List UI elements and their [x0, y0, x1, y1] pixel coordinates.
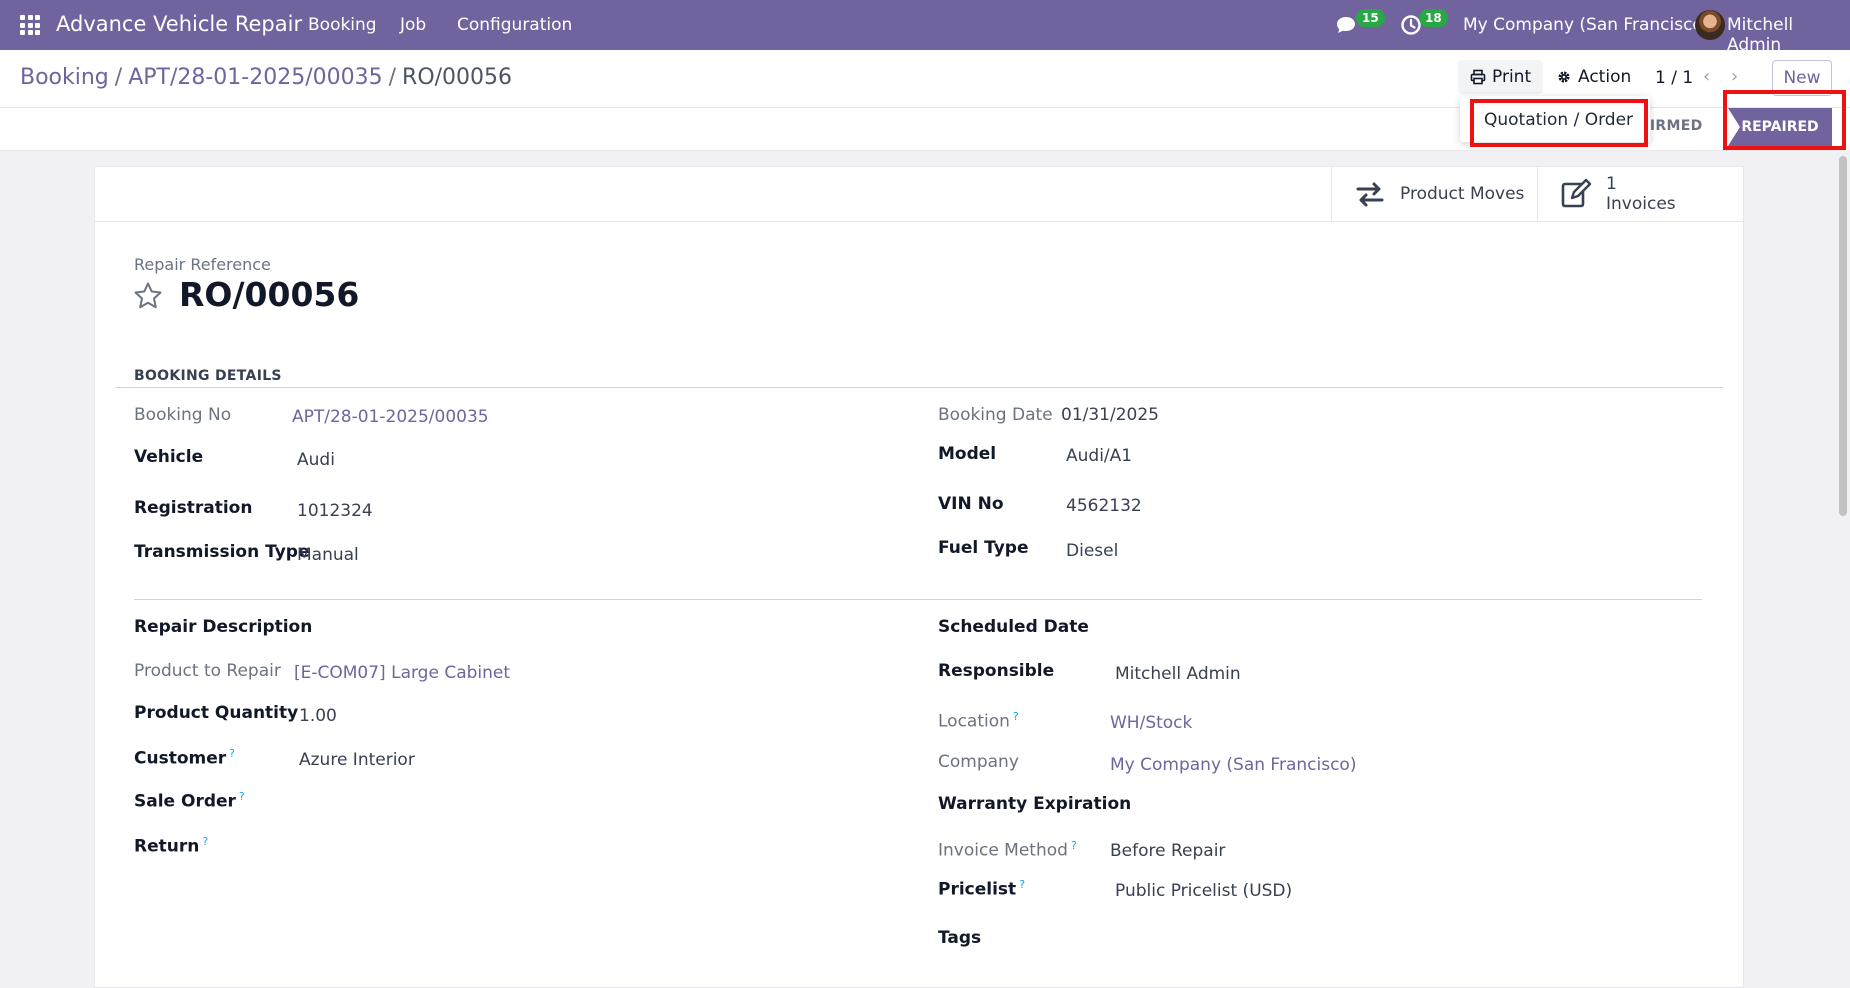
print-dropdown-menu: Quotation / Order: [1460, 96, 1650, 142]
status-repaired[interactable]: REPAIRED: [1728, 108, 1832, 146]
action-label: Action: [1578, 67, 1632, 87]
product-moves-button[interactable]: Product Moves: [1331, 167, 1538, 221]
booking-date-label: Booking Date: [938, 405, 1053, 425]
repair-description-label: Repair Description: [134, 617, 313, 637]
page-scrollbar[interactable]: [1836, 150, 1850, 966]
company-label: Company: [938, 752, 1019, 772]
favorite-star-icon[interactable]: [133, 281, 163, 311]
invoices-label: 1 Invoices: [1606, 174, 1676, 214]
app-name[interactable]: Advance Vehicle Repair: [56, 12, 302, 36]
top-navbar: Advance Vehicle Repair Booking Job Confi…: [0, 0, 1850, 55]
help-tooltip-icon[interactable]: ?: [202, 835, 208, 848]
scheduled-date-label: Scheduled Date: [938, 617, 1089, 637]
vin-no-label: VIN No: [938, 494, 1004, 514]
action-button[interactable]: Action: [1548, 60, 1639, 94]
group-divider: [134, 599, 1702, 600]
transfer-arrows-icon: [1356, 182, 1384, 207]
apps-menu-icon[interactable]: [20, 15, 40, 35]
repair-reference-title: RO/00056: [179, 275, 360, 314]
product-moves-label: Product Moves: [1400, 184, 1525, 204]
sale-order-label: Sale Order?: [134, 790, 245, 812]
breadcrumb-separator: /: [114, 65, 123, 90]
tags-label: Tags: [938, 928, 982, 948]
invoice-method-value[interactable]: Before Repair: [1110, 841, 1225, 861]
invoice-method-label: Invoice Method?: [938, 839, 1077, 861]
pricelist-label: Pricelist?: [938, 878, 1026, 900]
warranty-expiration-label: Warranty Expiration: [938, 794, 1132, 814]
invoices-count: 1: [1606, 174, 1617, 194]
registration-value[interactable]: 1012324: [297, 501, 373, 521]
breadcrumb-separator: /: [388, 65, 397, 90]
invoices-button[interactable]: 1 Invoices: [1537, 167, 1744, 221]
vehicle-label: Vehicle: [134, 447, 204, 467]
printer-icon: [1470, 69, 1486, 85]
gear-icon: [1558, 71, 1570, 83]
fuel-type-label: Fuel Type: [938, 538, 1029, 558]
pager-previous-icon[interactable]: ‹: [1703, 66, 1710, 87]
help-tooltip-icon[interactable]: ?: [1019, 878, 1025, 891]
company-link[interactable]: My Company (San Francisco): [1110, 755, 1356, 775]
user-menu[interactable]: Mitchell Admin: [1727, 15, 1850, 55]
user-avatar[interactable]: [1695, 10, 1725, 40]
product-to-repair-link[interactable]: [E-COM07] Large Cabinet: [294, 663, 510, 683]
pager-value[interactable]: 1 / 1: [1655, 68, 1693, 88]
pager-next-icon[interactable]: ›: [1731, 66, 1738, 87]
menu-booking[interactable]: Booking: [308, 15, 377, 35]
customer-value[interactable]: Azure Interior: [299, 750, 415, 770]
repair-reference-label: Repair Reference: [134, 255, 271, 274]
breadcrumb-booking[interactable]: Booking: [20, 65, 109, 90]
pricelist-value[interactable]: Public Pricelist (USD): [1115, 881, 1292, 901]
smart-button-box: Product Moves 1 Invoices: [95, 167, 1743, 222]
messages-icon[interactable]: [1334, 13, 1358, 37]
model-value[interactable]: Audi/A1: [1066, 446, 1132, 466]
transmission-type-value[interactable]: Manual: [297, 545, 359, 565]
company-switcher[interactable]: My Company (San Francisco): [1463, 15, 1709, 35]
vin-no-value[interactable]: 4562132: [1066, 496, 1142, 516]
location-label: Location?: [938, 710, 1019, 732]
responsible-value[interactable]: Mitchell Admin: [1115, 664, 1241, 684]
help-tooltip-icon[interactable]: ?: [239, 790, 245, 803]
location-link[interactable]: WH/Stock: [1110, 713, 1192, 733]
breadcrumb: Booking / APT/28-01-2025/00035/RO/00056: [20, 65, 512, 90]
section-divider: [115, 387, 1723, 388]
help-tooltip-icon[interactable]: ?: [1071, 839, 1077, 852]
breadcrumb-current: RO/00056: [402, 65, 513, 90]
model-label: Model: [938, 444, 997, 464]
print-quotation-order-item[interactable]: Quotation / Order: [1484, 110, 1633, 130]
print-button[interactable]: Print: [1458, 60, 1544, 94]
breadcrumb-appointment[interactable]: APT/28-01-2025/00035: [128, 65, 382, 90]
new-button[interactable]: New: [1772, 60, 1832, 96]
registration-label: Registration: [134, 498, 253, 518]
help-tooltip-icon[interactable]: ?: [229, 747, 235, 760]
vehicle-value[interactable]: Audi: [297, 450, 335, 470]
product-quantity-label: Product Quantity: [134, 703, 299, 723]
product-to-repair-label: Product to Repair: [134, 661, 281, 681]
activities-badge: 18: [1419, 9, 1448, 27]
edit-document-icon: [1561, 178, 1592, 208]
return-label: Return?: [134, 835, 209, 857]
fuel-type-value[interactable]: Diesel: [1066, 541, 1118, 561]
booking-no-link[interactable]: APT/28-01-2025/00035: [292, 407, 489, 427]
menu-job[interactable]: Job: [400, 15, 426, 35]
product-quantity-value[interactable]: 1.00: [299, 706, 337, 726]
form-sheet: Product Moves 1 Invoices Repair Referenc…: [94, 166, 1744, 988]
customer-label: Customer?: [134, 747, 235, 769]
print-label: Print: [1492, 67, 1532, 87]
booking-details-section-title: BOOKING DETAILS: [134, 368, 282, 384]
menu-configuration[interactable]: Configuration: [457, 15, 572, 35]
messages-badge: 15: [1356, 9, 1385, 27]
invoices-text: Invoices: [1606, 194, 1676, 214]
booking-date-value[interactable]: 01/31/2025: [1061, 405, 1159, 425]
booking-no-label: Booking No: [134, 405, 232, 425]
scrollbar-thumb[interactable]: [1839, 156, 1847, 516]
responsible-label: Responsible: [938, 661, 1055, 681]
help-tooltip-icon[interactable]: ?: [1013, 710, 1019, 723]
transmission-type-label: Transmission Type: [134, 542, 310, 562]
